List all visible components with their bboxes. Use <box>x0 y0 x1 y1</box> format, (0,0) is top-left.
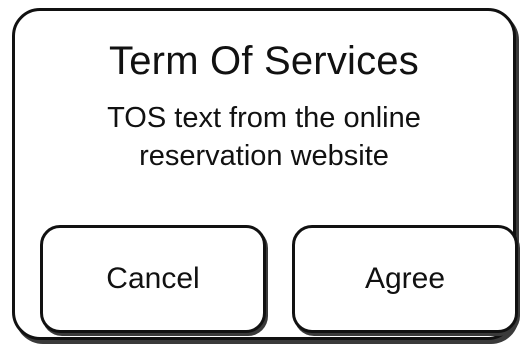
dialog-body-text: TOS text from the online reservation web… <box>107 102 421 172</box>
cancel-button[interactable]: Cancel <box>40 225 266 333</box>
tos-dialog: Term Of Services TOS text from the onlin… <box>12 8 518 340</box>
cancel-button-label: Cancel <box>106 262 200 295</box>
agree-button[interactable]: Agree <box>292 225 518 333</box>
dialog-title: Term Of Services <box>109 39 419 83</box>
agree-button-label: Agree <box>364 262 446 295</box>
